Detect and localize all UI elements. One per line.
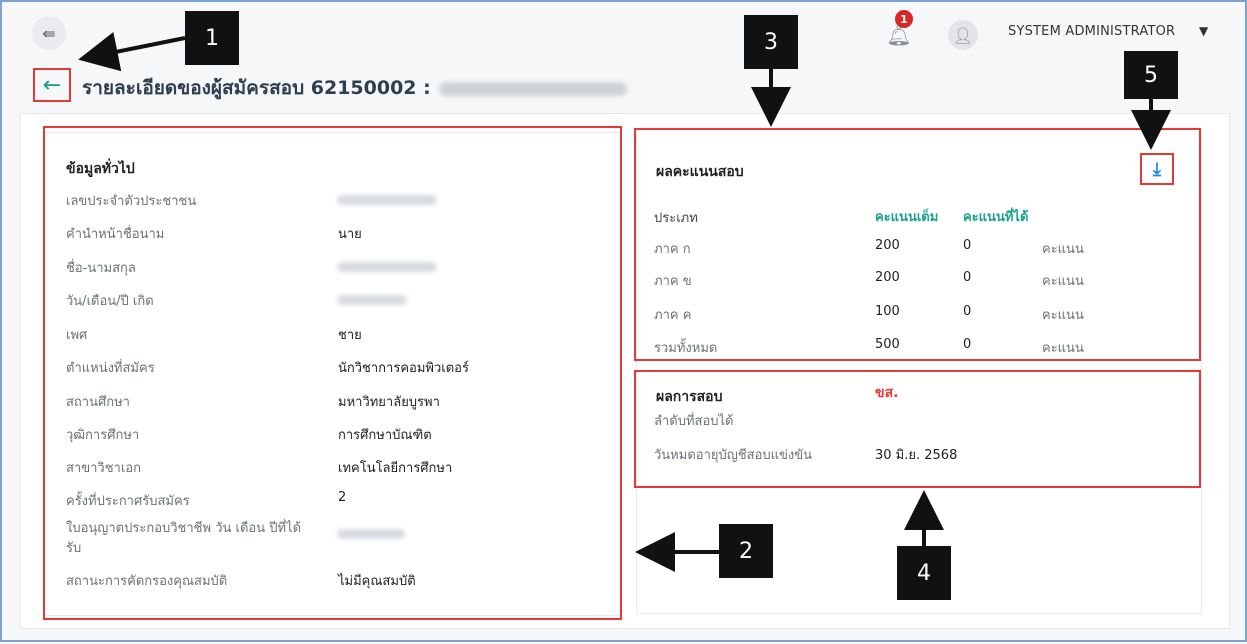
score-row-full: 500 — [875, 337, 900, 352]
general-row-label: ครั้งที่ประกาศรับสมัคร — [66, 494, 190, 509]
score-row-unit: คะแนน — [1042, 242, 1084, 257]
general-row-label: ใบอนุญาตประกอบวิชาชีพ วัน เดือน ปีที่ได้… — [66, 521, 302, 556]
general-row-label: สาขาวิชาเอก — [66, 461, 141, 476]
score-row-unit: คะแนน — [1042, 274, 1084, 289]
page-title: รายละเอียดของผู้สมัครสอบ 62150002 : — [82, 73, 627, 103]
score-row-got: 0 — [963, 270, 972, 285]
user-avatar-icon[interactable]: 👤︎ — [948, 20, 978, 50]
general-row-label: วุฒิการศึกษา — [66, 428, 140, 443]
general-row-label: วัน/เดือน/ปี เกิด — [66, 294, 154, 309]
score-col-type: ประเภท — [654, 211, 698, 226]
general-row-label: คำนำหน้าชื่อนาม — [66, 227, 165, 242]
score-row-unit: คะแนน — [1042, 308, 1084, 323]
general-row-value: ไม่มีคุณสมบัติ — [338, 574, 416, 589]
callout-1: 1 — [185, 11, 239, 65]
score-col-full: คะแนนเต็ม — [875, 210, 939, 225]
score-row-type: ภาค ก — [654, 242, 691, 257]
general-row-value: การศึกษาบัณฑิต — [338, 428, 432, 443]
user-menu-caret-icon[interactable]: ▼ — [1199, 24, 1208, 38]
score-row-got: 0 — [963, 304, 972, 319]
score-row-full: 100 — [875, 304, 900, 319]
score-row-type: รวมทั้งหมด — [654, 341, 718, 356]
redacted-value — [337, 262, 437, 272]
score-row-type: ภาค ค — [654, 308, 692, 323]
general-row-label: สถานศึกษา — [66, 395, 130, 410]
general-row-value: นาย — [338, 227, 362, 242]
callout-2: 2 — [719, 524, 773, 578]
app-window: ⇚ 🔔︎ 1 👤︎ SYSTEM ADMINISTRATOR ▼ ← รายละ… — [0, 0, 1247, 642]
collapse-menu-icon[interactable]: ⇚ — [32, 16, 66, 50]
score-row-full: 200 — [875, 270, 900, 285]
result-title: ผลการสอบ — [656, 389, 723, 405]
expiry-value: 30 มิ.ย. 2568 — [875, 448, 958, 463]
callout-5: 5 — [1124, 51, 1178, 99]
general-row-label: ชื่อ-นามสกุล — [66, 261, 136, 276]
score-col-got: คะแนนที่ได้ — [963, 210, 1029, 225]
download-icon: ⤓ — [1153, 158, 1161, 180]
notification-count-badge: 1 — [895, 10, 913, 28]
arrow-1 — [78, 32, 186, 72]
score-row-got: 0 — [963, 238, 972, 253]
general-row-value: เทคโนโลยีการศึกษา — [338, 461, 453, 476]
general-row-value: ชาย — [338, 328, 362, 343]
redacted-value — [337, 295, 407, 305]
score-row-type: ภาค ข — [654, 274, 692, 289]
result-status: ขส. — [875, 385, 899, 401]
general-row-value: มหาวิทยาลัยบูรพา — [338, 395, 440, 410]
expiry-label: วันหมดอายุบัญชีสอบแข่งขัน — [654, 448, 813, 463]
download-button[interactable]: ⤓ — [1140, 153, 1174, 185]
general-row-label: สถานะการคัดกรองคุณสมบัติ — [66, 574, 228, 589]
callout-3: 3 — [744, 15, 798, 69]
redacted-value — [337, 529, 405, 539]
general-row-label: เลขประจำตัวประชาชน — [66, 194, 197, 209]
arrow-left-icon: ← — [42, 72, 62, 98]
score-row-full: 200 — [875, 238, 900, 253]
applicant-name-redacted — [438, 81, 627, 96]
general-row-label: เพศ — [66, 328, 88, 343]
back-button[interactable]: ← — [33, 68, 71, 102]
general-row-value: นักวิชาการคอมพิวเตอร์ — [338, 361, 469, 376]
page-title-text: รายละเอียดของผู้สมัครสอบ 62150002 : — [82, 77, 431, 99]
redacted-value — [337, 195, 437, 205]
general-row-label: ตำแหน่งที่สมัคร — [66, 361, 155, 376]
general-row-value: 2 — [338, 490, 347, 505]
score-row-unit: คะแนน — [1042, 341, 1084, 356]
general-info-title: ข้อมูลทั่วไป — [66, 161, 135, 177]
rank-label: ลำดับที่สอบได้ — [654, 414, 734, 429]
score-title: ผลคะแนนสอบ — [656, 164, 744, 180]
score-row-got: 0 — [963, 337, 972, 352]
callout-4: 4 — [897, 546, 951, 600]
user-name[interactable]: SYSTEM ADMINISTRATOR — [1008, 24, 1175, 39]
